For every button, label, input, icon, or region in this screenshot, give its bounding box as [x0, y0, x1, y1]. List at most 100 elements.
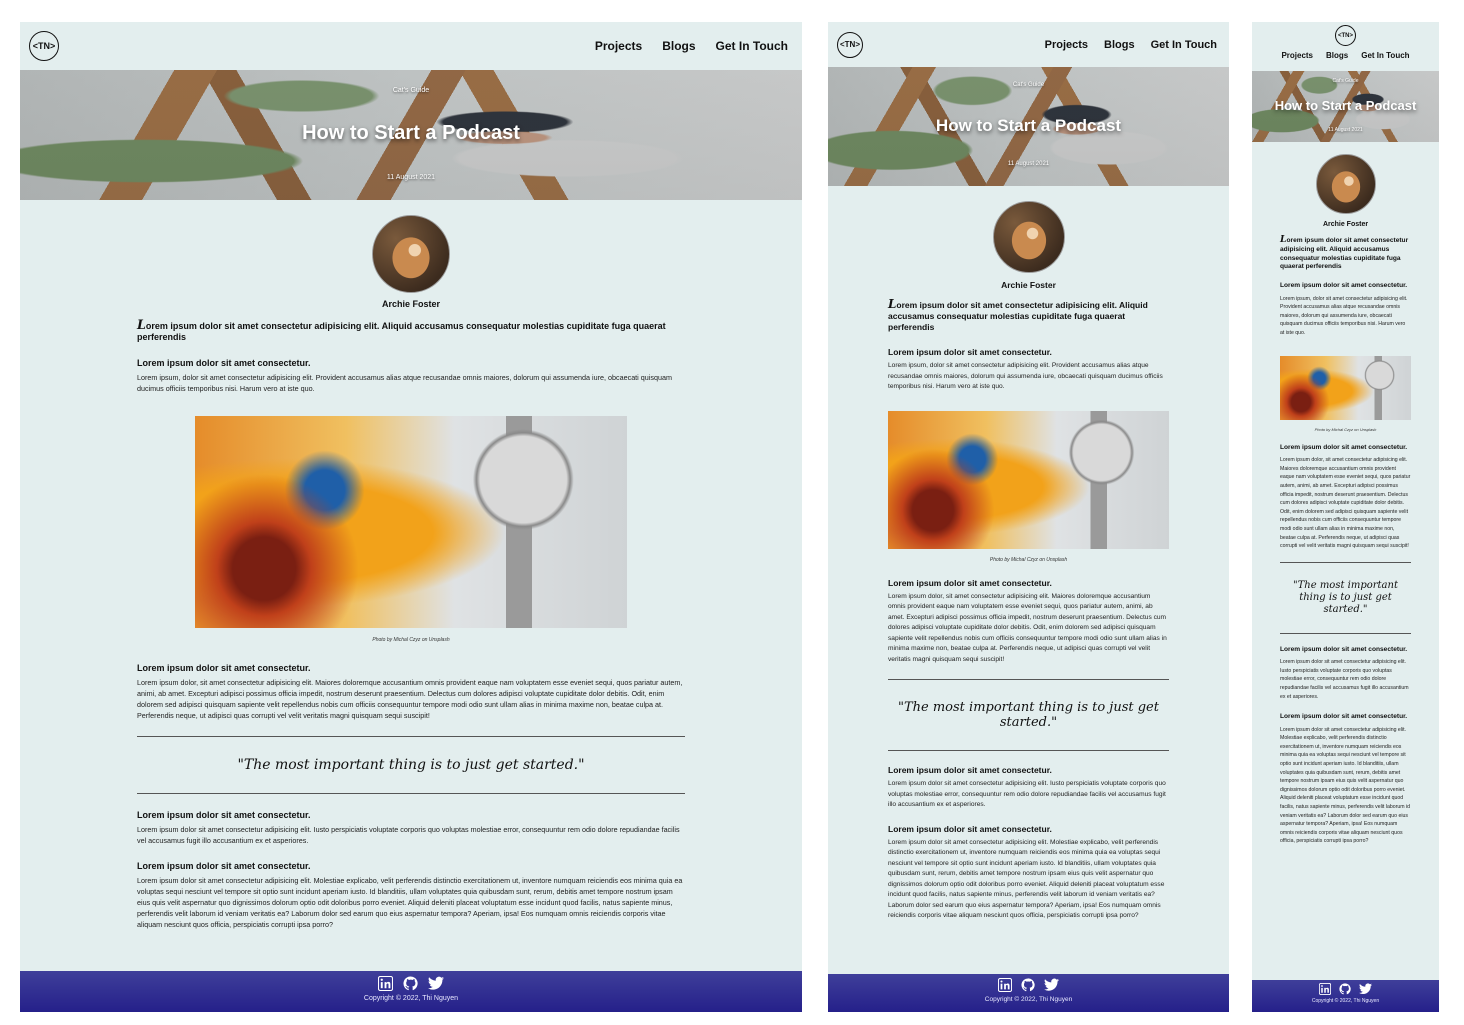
- tablet-view: <TN> Projects Blogs Get In Touch Cat's G…: [828, 22, 1229, 1012]
- nav-links: Projects Blogs Get In Touch: [1252, 51, 1439, 60]
- photo-caption: Photo by Michal Czyz on Unsplash: [989, 556, 1068, 563]
- section-paragraph: Lorem ipsum dolor sit amet consectetur a…: [137, 825, 680, 845]
- section-paragraph: Lorem ipsum dolor sit amet consectetur a…: [888, 838, 1165, 920]
- linkedin-icon[interactable]: [1319, 983, 1331, 995]
- site-footer: Copyright © 2022, Thi Nguyen: [1252, 980, 1439, 1012]
- twitter-icon[interactable]: [1359, 983, 1372, 995]
- nav-projects[interactable]: Projects: [1045, 39, 1088, 51]
- quote-divider-bottom: [137, 793, 685, 794]
- photo-caption: Photo by Michal Czyz on Unsplash: [1314, 426, 1377, 432]
- section-heading: Lorem ipsum dolor sit amet consectetur.: [137, 861, 311, 871]
- nav-links: Projects Blogs Get In Touch: [1045, 39, 1217, 51]
- copyright-text: Copyright © 2022, Thi Nguyen: [984, 996, 1073, 1003]
- section-heading: Lorem ipsum dolor sit amet consectetur.: [137, 663, 311, 673]
- quote-divider-bottom: [888, 750, 1169, 751]
- copyright-text: Copyright © 2022, Thi Nguyen: [1311, 998, 1380, 1004]
- nav-contact[interactable]: Get In Touch: [1151, 39, 1217, 51]
- section-heading: Lorem ipsum dolor sit amet consectetur.: [1280, 645, 1408, 653]
- site-footer: Copyright © 2022, Thi Nguyen: [828, 974, 1229, 1012]
- hero-banner: Cat's Guide How to Start a Podcast 11 Au…: [828, 67, 1229, 186]
- microphone-photo: [888, 410, 1169, 549]
- hero-category: Cat's Guide: [1332, 78, 1359, 84]
- section-heading: Lorem ipsum dolor sit amet consectetur.: [888, 577, 1052, 588]
- navbar: <TN> Projects Blogs Get In Touch: [20, 22, 802, 70]
- microphone-photo: [195, 416, 627, 628]
- lead-paragraph: Lorem ipsum dolor sit amet consectetur a…: [888, 297, 1148, 333]
- nav-contact[interactable]: Get In Touch: [1361, 51, 1409, 60]
- article-body: Lorem ipsum dolor sit amet consectetur a…: [137, 319, 685, 930]
- github-icon[interactable]: [1021, 978, 1035, 992]
- section-heading: Lorem ipsum dolor sit amet consectetur.: [1280, 443, 1408, 451]
- hero-date: 11 August 2021: [1328, 127, 1363, 133]
- github-icon[interactable]: [1339, 983, 1351, 995]
- section-heading: Lorem ipsum dolor sit amet consectetur.: [1280, 282, 1408, 290]
- nav-contact[interactable]: Get In Touch: [716, 39, 788, 53]
- nav-blogs[interactable]: Blogs: [1326, 51, 1348, 60]
- quote-divider-top: [888, 679, 1169, 680]
- section-paragraph: Lorem ipsum dolor sit amet consectetur a…: [1280, 659, 1409, 700]
- section-heading: Lorem ipsum dolor sit amet consectetur.: [1280, 713, 1408, 721]
- section-paragraph: Lorem ipsum, dolor sit amet consectetur …: [1280, 295, 1408, 337]
- author-name: Archie Foster: [1001, 280, 1056, 290]
- github-icon[interactable]: [403, 976, 418, 991]
- hero-category: Cat's Guide: [392, 87, 430, 94]
- pull-quote: "The most important thing is to just get…: [237, 757, 585, 773]
- navbar: <TN> Projects Blogs Get In Touch: [1252, 25, 1439, 71]
- author-avatar: [992, 201, 1065, 273]
- nav-blogs[interactable]: Blogs: [1104, 39, 1135, 51]
- section-heading: Lorem ipsum dolor sit amet consectetur.: [137, 810, 311, 820]
- desktop-view: <TN> Projects Blogs Get In Touch Cat's G…: [20, 22, 802, 1012]
- social-icons: [828, 974, 1229, 992]
- nav-projects[interactable]: Projects: [595, 39, 642, 53]
- twitter-icon[interactable]: [428, 976, 444, 991]
- copyright-text: Copyright © 2022, Thi Nguyen: [363, 995, 459, 1002]
- section-heading: Lorem ipsum dolor sit amet consectetur.: [137, 358, 311, 368]
- quote-divider-top: [1280, 561, 1411, 563]
- navbar: <TN> Projects Blogs Get In Touch: [828, 22, 1229, 67]
- linkedin-icon[interactable]: [998, 978, 1012, 992]
- section-paragraph: Lorem ipsum dolor sit amet consectetur a…: [888, 780, 1166, 808]
- site-logo[interactable]: <TN>: [837, 31, 863, 58]
- lead-paragraph: Lorem ipsum dolor sit amet consectetur a…: [137, 317, 666, 342]
- author-avatar: [372, 215, 450, 293]
- hero-title: How to Start a Podcast: [1274, 98, 1417, 113]
- social-icons: [1252, 980, 1439, 995]
- section-paragraph: Lorem ipsum, dolor sit amet consectetur …: [137, 373, 672, 393]
- section-heading: Lorem ipsum dolor sit amet consectetur.: [888, 765, 1052, 775]
- site-footer: Copyright © 2022, Thi Nguyen: [20, 971, 802, 1012]
- photo-caption: Photo by Michal Czyz on Unsplash: [372, 637, 450, 643]
- social-icons: [20, 971, 802, 991]
- lead-paragraph: Lorem ipsum dolor sit amet consectetur a…: [1280, 234, 1409, 271]
- microphone-photo: [1280, 355, 1411, 420]
- hero-title: How to Start a Podcast: [302, 122, 520, 144]
- hero-banner: Cat's Guide How to Start a Podcast 11 Au…: [20, 70, 802, 200]
- site-logo[interactable]: <TN>: [1335, 25, 1356, 46]
- quote-divider-bottom: [1280, 632, 1411, 634]
- mobile-view: <TN> Projects Blogs Get In Touch Cat's G…: [1252, 22, 1439, 1012]
- section-paragraph: Lorem ipsum dolor sit amet consectetur a…: [137, 876, 683, 929]
- hero-title: How to Start a Podcast: [935, 116, 1122, 135]
- author-name: Archie Foster: [381, 299, 441, 309]
- nav-links: Projects Blogs Get In Touch: [595, 39, 788, 53]
- pull-quote: "The most important thing is to just get…: [1293, 579, 1398, 615]
- nav-blogs[interactable]: Blogs: [662, 39, 695, 53]
- section-paragraph: Lorem ipsum dolor, sit amet consectetur …: [137, 678, 683, 720]
- section-heading: Lorem ipsum dolor sit amet consectetur.: [888, 823, 1052, 834]
- hero-date: 11 August 2021: [1007, 161, 1050, 167]
- section-paragraph: Lorem ipsum dolor, sit amet consectetur …: [1280, 457, 1411, 550]
- section-paragraph: Lorem ipsum, dolor sit amet consectetur …: [888, 362, 1163, 390]
- hero-banner: Cat's Guide How to Start a Podcast 11 Au…: [1252, 71, 1439, 142]
- pull-quote: "The most important thing is to just get…: [898, 700, 1159, 730]
- article-body: Lorem ipsum dolor sit amet consectetur a…: [888, 299, 1169, 922]
- twitter-icon[interactable]: [1044, 978, 1059, 992]
- hero-category: Cat's Guide: [1012, 82, 1045, 88]
- nav-projects[interactable]: Projects: [1281, 51, 1313, 60]
- section-paragraph: Lorem ipsum dolor sit amet consectetur a…: [1280, 726, 1411, 845]
- section-heading: Lorem ipsum dolor sit amet consectetur.: [888, 347, 1052, 357]
- hero-date: 11 August 2021: [386, 174, 436, 181]
- article-body: Lorem ipsum dolor sit amet consectetur a…: [1280, 234, 1411, 846]
- linkedin-icon[interactable]: [378, 976, 393, 991]
- site-logo[interactable]: <TN>: [29, 31, 59, 61]
- section-paragraph: Lorem ipsum dolor, sit amet consectetur …: [888, 592, 1167, 663]
- quote-divider-top: [137, 736, 685, 737]
